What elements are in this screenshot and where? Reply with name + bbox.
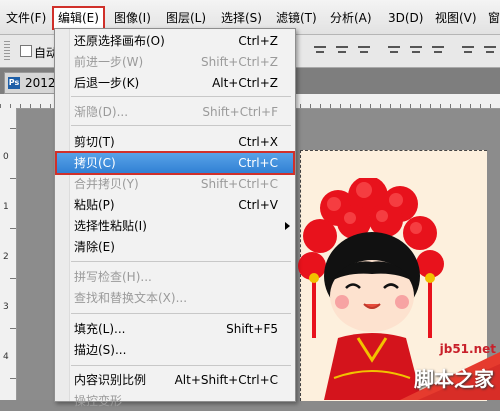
menu-separator (71, 261, 291, 262)
menu-select[interactable]: 选择(S) (219, 9, 264, 27)
menu-item-paste-special[interactable]: 选择性粘贴(I) (56, 216, 294, 236)
ruler-tick (10, 328, 16, 329)
menu-view[interactable]: 视图(V) (433, 9, 479, 27)
menu-item-fade[interactable]: 渐隐(D)... Shift+Ctrl+F (56, 102, 294, 122)
menu-item-paste[interactable]: 粘贴(P) Ctrl+V (56, 195, 294, 215)
menu-separator (71, 96, 291, 97)
menu-filter[interactable]: 滤镜(T) (274, 9, 319, 27)
auto-select-checkbox[interactable] (20, 45, 32, 57)
menu-3d[interactable]: 3D(D) (386, 9, 425, 27)
vertical-ruler: 0 1 2 3 4 (0, 108, 17, 400)
ruler-tick (10, 378, 16, 379)
submenu-arrow-icon (285, 222, 290, 230)
menu-item-copy-merged[interactable]: 合并拷贝(Y) Shift+Ctrl+C (56, 174, 294, 194)
menu-item-spell-check[interactable]: 拼写检查(H)... (56, 267, 294, 287)
menu-separator (71, 313, 291, 314)
document-tab-label: 2012 (25, 76, 56, 90)
menu-window[interactable]: 窗 (486, 9, 500, 27)
distribute-vcenter-icon[interactable] (483, 43, 497, 57)
menu-item-undo[interactable]: 还原选择画布(O) Ctrl+Z (56, 31, 294, 51)
menu-separator (71, 125, 291, 126)
menu-item-step-backward[interactable]: 后退一步(K) Alt+Ctrl+Z (56, 73, 294, 93)
menu-separator (71, 365, 291, 366)
menu-item-find-replace[interactable]: 查找和替换文本(X)... (56, 288, 294, 308)
distribute-top-icon[interactable] (461, 43, 475, 57)
menu-item-copy[interactable]: 拷贝(C) Ctrl+C (55, 151, 295, 175)
ruler-tick (10, 178, 16, 179)
menu-item-clear[interactable]: 清除(E) (56, 237, 294, 257)
menu-item-stroke[interactable]: 描边(S)... (56, 340, 294, 360)
menu-edit[interactable]: 编辑(E) (52, 6, 105, 30)
menu-item-puppet-warp[interactable]: 操控变形 (56, 391, 294, 411)
grip-handle-icon[interactable] (4, 41, 10, 61)
watermark-site: jb51.net (439, 342, 496, 356)
menu-layer[interactable]: 图层(L) (164, 9, 208, 27)
ruler-mark: 0 (3, 152, 9, 162)
ruler-mark: 4 (3, 352, 9, 362)
menu-item-cut[interactable]: 剪切(T) Ctrl+X (56, 132, 294, 152)
ruler-tick (10, 228, 16, 229)
menu-file[interactable]: 文件(F) (4, 9, 48, 27)
edit-menu-dropdown: 还原选择画布(O) Ctrl+Z 前进一步(W) Shift+Ctrl+Z 后退… (54, 28, 296, 408)
ruler-mark: 3 (3, 302, 9, 312)
align-left-icon[interactable] (387, 43, 401, 57)
align-top-icon[interactable] (313, 43, 327, 57)
photoshop-icon: Ps (8, 77, 20, 89)
watermark-brand: 脚本之家 (414, 367, 494, 391)
ruler-mark: 2 (3, 252, 9, 262)
align-bottom-icon[interactable] (357, 43, 371, 57)
menu-item-fill[interactable]: 填充(L)... Shift+F5 (56, 319, 294, 339)
ruler-mark: 1 (3, 202, 9, 212)
align-icons-group (305, 43, 500, 59)
align-vcenter-icon[interactable] (335, 43, 349, 57)
align-right-icon[interactable] (431, 43, 445, 57)
ruler-tick (10, 278, 16, 279)
align-hcenter-icon[interactable] (409, 43, 423, 57)
menu-item-step-forward[interactable]: 前进一步(W) Shift+Ctrl+Z (56, 52, 294, 72)
ruler-tick (10, 128, 16, 129)
menu-item-content-aware-scale[interactable]: 内容识别比例 Alt+Shift+Ctrl+C (56, 370, 294, 390)
menu-image[interactable]: 图像(I) (112, 9, 153, 27)
menu-analysis[interactable]: 分析(A) (328, 9, 374, 27)
